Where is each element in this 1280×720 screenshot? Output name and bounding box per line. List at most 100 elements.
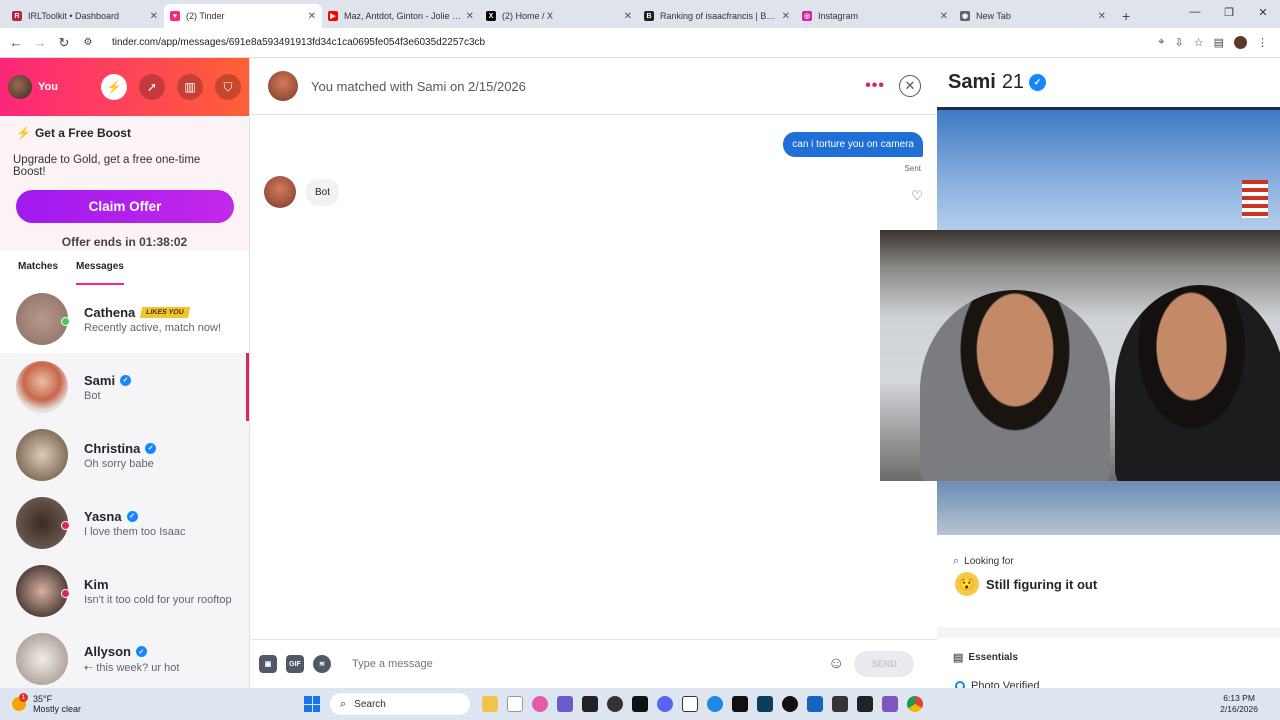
avatar (16, 293, 70, 345)
forward-icon[interactable]: → (28, 35, 52, 50)
browser-menu-icon[interactable]: ⋮ (1257, 36, 1268, 49)
close-tab-icon[interactable]: ✕ (940, 11, 948, 22)
close-tab-icon[interactable]: ✕ (624, 11, 632, 22)
address-bar-row: ← → ↻ ⚙ tinder.com/app/messages/691e8a59… (0, 28, 1280, 58)
person-right (1115, 285, 1280, 481)
sidebar: You ⚡ ➚ ▥ ⛉ ⚡ Get a Free Boost Upgrade to… (0, 58, 250, 688)
capcut-icon[interactable] (632, 696, 648, 712)
spotify-icon[interactable]: ≋ (313, 655, 331, 673)
safety-shield-icon[interactable]: ⛉ (215, 74, 241, 100)
sticker-icon[interactable]: ▣ (259, 655, 277, 673)
briefcase-icon[interactable]: ▥ (177, 74, 203, 100)
search-icon: ⌕ (953, 555, 960, 567)
notification-badge: 1 (19, 693, 28, 702)
file-explorer-icon[interactable] (482, 696, 498, 712)
message-input[interactable] (352, 658, 822, 670)
browser-tab[interactable]: B Ranking of isaacfrancis | BotRix ✕ (638, 4, 796, 28)
sidepanel-icon[interactable]: ▤ (1214, 36, 1224, 49)
conversation-item[interactable]: Christina ✓ Oh sorry babe (0, 421, 249, 489)
minimize-icon[interactable]: — (1178, 6, 1212, 19)
flag-image (1242, 180, 1268, 218)
my-avatar[interactable] (8, 75, 32, 99)
browser-tab[interactable]: X (2) Home / X ✕ (480, 4, 638, 28)
notepad-icon[interactable] (507, 696, 523, 712)
obs-icon[interactable] (607, 696, 623, 712)
clock-time: 6:13 PM (1223, 693, 1255, 703)
grid-app-icon[interactable] (882, 696, 898, 712)
github-icon[interactable] (782, 696, 798, 712)
verified-badge-icon: ✓ (145, 442, 157, 454)
stream-app-icon[interactable] (732, 696, 748, 712)
youtube-icon: ▶ (328, 11, 338, 21)
epic-games-icon[interactable] (582, 696, 598, 712)
gif-button[interactable]: GIF (286, 655, 304, 673)
boost-bolt-icon[interactable]: ⚡ (101, 74, 127, 100)
vscode-icon[interactable] (757, 696, 773, 712)
emoji-icon[interactable]: ☺ (828, 655, 844, 673)
conversation-item-selected[interactable]: Sami ✓ Bot (0, 353, 249, 421)
itunes-icon[interactable] (532, 696, 548, 712)
install-app-icon[interactable]: ⇩ (1175, 36, 1184, 49)
chrome-icon[interactable] (907, 696, 923, 712)
conversation-item[interactable]: Cathena LIKES YOU Recently active, match … (0, 285, 249, 353)
close-tab-icon[interactable]: ✕ (466, 11, 474, 22)
avatar (16, 361, 68, 413)
browser-tab-active[interactable]: ♥ (2) Tinder ✕ (164, 4, 322, 28)
game-controller-icon[interactable] (557, 696, 573, 712)
verified-badge-icon: ✓ (126, 510, 138, 522)
conversation-item[interactable]: Kim Isn't it too cold for your rooftop (0, 557, 249, 625)
verified-badge-icon: ✓ (1029, 74, 1047, 91)
close-tab-icon[interactable]: ✕ (150, 11, 158, 22)
close-window-icon[interactable]: ✕ (1246, 6, 1280, 19)
chrome-icon: ◉ (960, 11, 970, 21)
back-icon[interactable]: ← (4, 35, 28, 50)
incoming-message[interactable]: Bot (306, 178, 340, 206)
close-tab-icon[interactable]: ✕ (308, 11, 316, 22)
sender-avatar[interactable] (264, 176, 296, 208)
you-label[interactable]: You (38, 81, 58, 93)
chat-panel: You matched with Sami on 2/15/2026 ••• ✕… (251, 58, 937, 688)
browser-tab[interactable]: ▶ Maz, Antdot, Ginton - Jolie Fille ✕ (322, 4, 480, 28)
system-clock[interactable]: 6:13 PM 2/16/2026 (1220, 693, 1258, 715)
browser-tab[interactable]: R IRLToolkit • Dashboard ✕ (6, 4, 164, 28)
taskbar-search[interactable]: ⌕ Search (330, 693, 470, 715)
clock-date: 2/16/2026 (1220, 704, 1258, 714)
site-info-icon[interactable]: ⚙ (76, 37, 100, 48)
profile-avatar[interactable] (1234, 36, 1247, 49)
explore-compass-icon[interactable]: ➚ (139, 74, 165, 100)
outgoing-message[interactable]: can i torture you on camera (783, 132, 923, 157)
url-field[interactable]: tinder.com/app/messages/691e8a593491913f… (112, 37, 1158, 48)
bookmark-star-icon[interactable]: ☆ (1194, 36, 1204, 49)
windows-start-icon[interactable] (304, 696, 320, 712)
boost-title: Get a Free Boost (34, 126, 131, 140)
edge-icon[interactable] (707, 696, 723, 712)
weather-widget[interactable]: 1 35°F Mostly clear (12, 693, 282, 714)
tab-messages[interactable]: Messages (76, 261, 124, 285)
discord-icon[interactable] (657, 696, 673, 712)
bottle-icon[interactable] (832, 696, 848, 712)
capture-icon[interactable] (682, 696, 698, 712)
terminal-icon[interactable] (857, 696, 873, 712)
claim-offer-button[interactable]: Claim Offer (16, 190, 234, 223)
last-message: Bot (84, 389, 101, 402)
likes-you-badge: LIKES YOU (140, 306, 191, 318)
reload-icon[interactable]: ↻ (52, 35, 76, 51)
close-chat-icon[interactable]: ✕ (899, 75, 921, 97)
send-button[interactable]: SEND (854, 651, 915, 677)
like-message-heart-icon[interactable]: ♡ (911, 188, 923, 204)
sketch-icon[interactable] (807, 696, 823, 712)
new-tab-icon[interactable]: + (1122, 8, 1130, 24)
location-icon[interactable]: ⌖ (1158, 36, 1164, 49)
match-avatar[interactable] (268, 71, 298, 101)
close-tab-icon[interactable]: ✕ (782, 11, 790, 22)
essentials-label: Essentials (968, 652, 1018, 663)
conversation-item[interactable]: Yasna ✓ I love them too Isaac (0, 489, 249, 557)
more-options-icon[interactable]: ••• (865, 77, 885, 95)
close-tab-icon[interactable]: ✕ (1098, 11, 1106, 22)
maximize-icon[interactable]: ❐ (1212, 6, 1246, 19)
browser-tab[interactable]: ◎ Instagram ✕ (796, 4, 954, 28)
conversation-item[interactable]: Allyson ✓ ⇠ this week? ur hot (0, 625, 249, 688)
tab-matches[interactable]: Matches (18, 261, 58, 285)
browser-tab[interactable]: ◉ New Tab ✕ (954, 4, 1112, 28)
contact-name: Kim (84, 576, 109, 592)
